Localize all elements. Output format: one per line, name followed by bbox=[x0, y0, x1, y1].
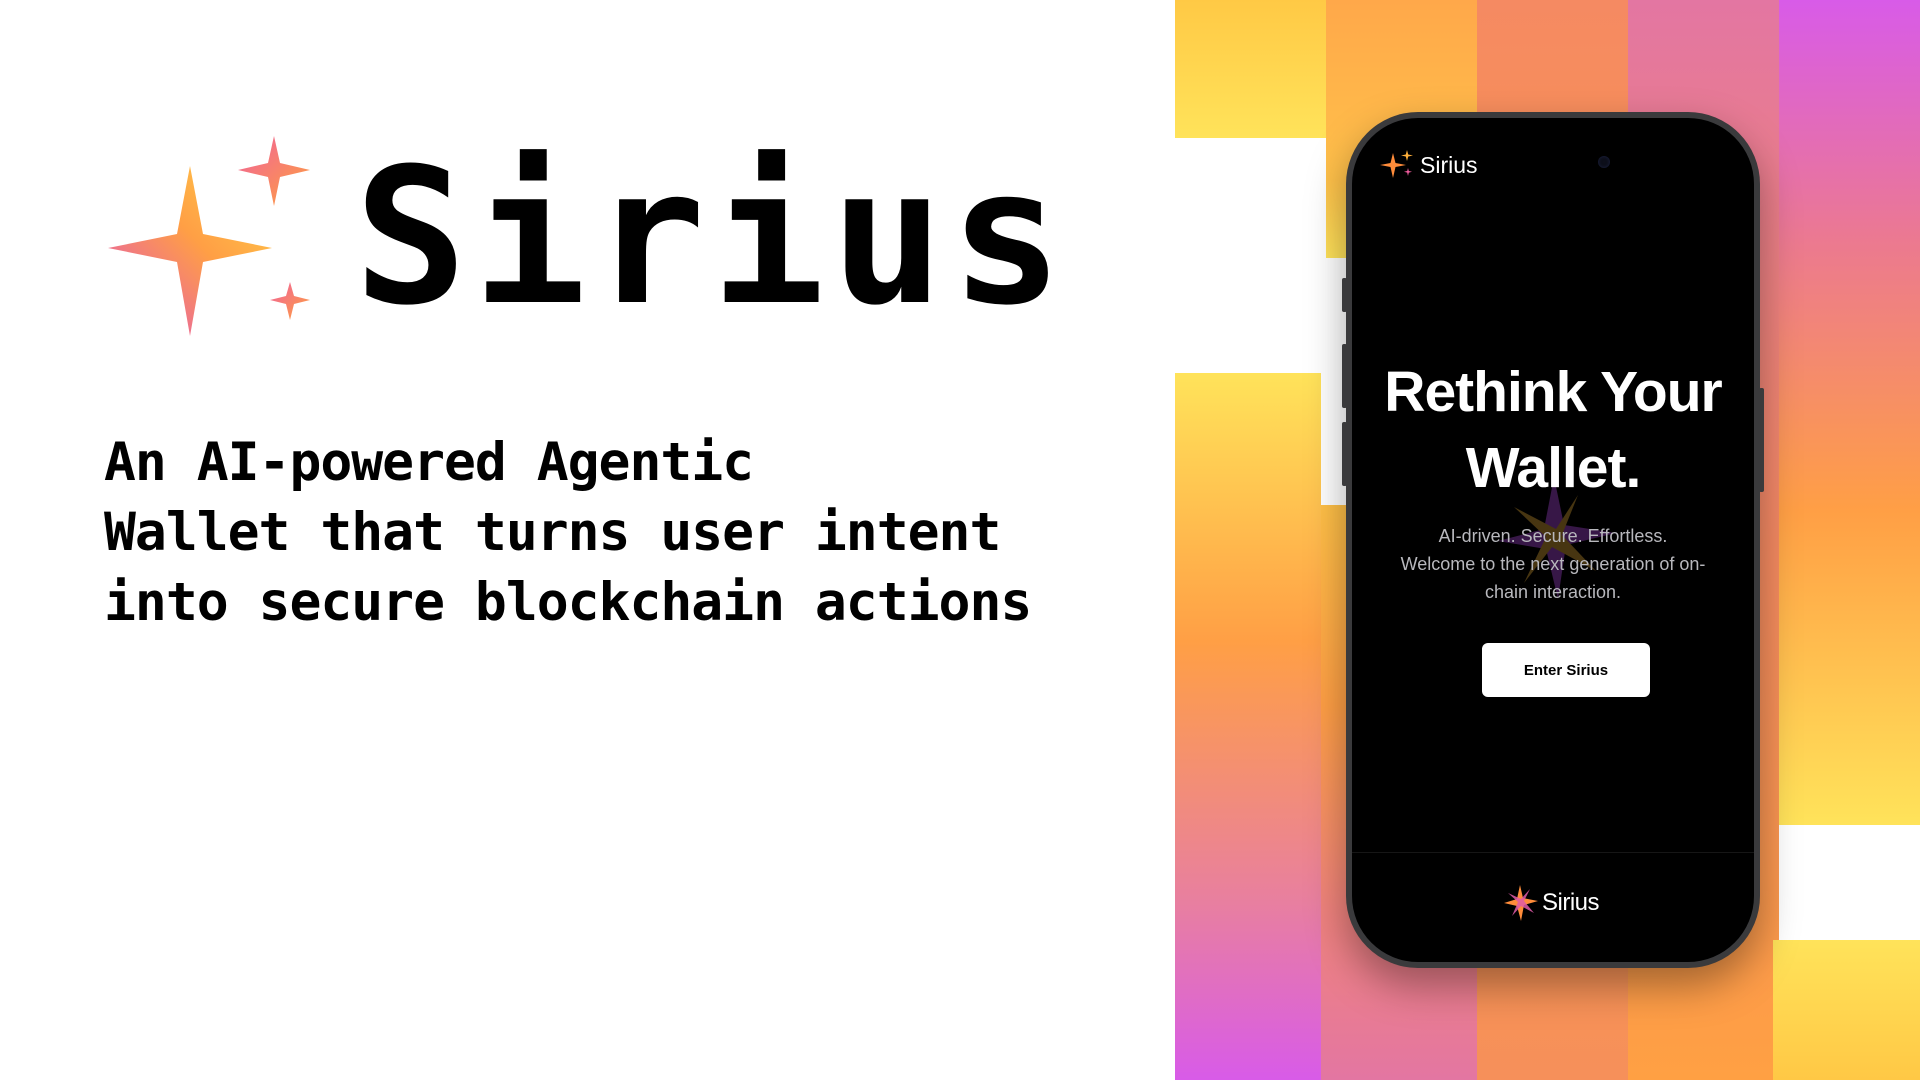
sparkle-icon bbox=[1380, 150, 1413, 178]
tagline: An AI-powered Agentic Wallet that turns … bbox=[104, 428, 1032, 638]
phone-side-button bbox=[1342, 422, 1347, 486]
gradient-stripe bbox=[1175, 0, 1326, 138]
star-burst-icon bbox=[1504, 885, 1538, 921]
phone-mockup: Sirius Rethink Your Wallet. AI-driven. S… bbox=[1342, 112, 1764, 968]
tagline-line: Wallet that turns user intent bbox=[104, 502, 1001, 563]
hero-title-line: Wallet. bbox=[1465, 436, 1642, 500]
gradient-stripe bbox=[1779, 0, 1920, 825]
app-header[interactable]: Sirius bbox=[1380, 148, 1478, 182]
hero-subtitle-line: chain interaction. bbox=[1484, 582, 1622, 602]
app-name: Sirius bbox=[1420, 151, 1478, 178]
footer-brand-name: Sirius bbox=[1542, 889, 1600, 916]
phone-screen: Sirius Rethink Your Wallet. AI-driven. S… bbox=[1352, 118, 1754, 962]
phone-side-button bbox=[1342, 344, 1347, 408]
tagline-line: into secure blockchain actions bbox=[104, 572, 1032, 633]
gradient-stripe bbox=[1773, 940, 1920, 1080]
hero-subtitle: AI-driven. Secure. Effortless. Welcome t… bbox=[1378, 522, 1728, 606]
gradient-stripe bbox=[1175, 373, 1321, 1080]
sparkle-logo-icon bbox=[108, 136, 310, 336]
hero-subtitle-line: AI-driven. Secure. Effortless. bbox=[1438, 526, 1668, 546]
hero-title: Rethink Your Wallet. bbox=[1352, 354, 1754, 506]
phone-side-button bbox=[1342, 278, 1347, 312]
front-camera bbox=[1598, 156, 1610, 168]
hero-title-line: Rethink Your bbox=[1384, 360, 1722, 424]
page: Sirius An AI-powered Agentic Wallet that… bbox=[0, 0, 1920, 1080]
brand-name: Sirius bbox=[354, 128, 1070, 347]
footer-brand[interactable]: Sirius bbox=[1502, 883, 1600, 923]
phone-side-button bbox=[1759, 388, 1764, 492]
tagline-line: An AI-powered Agentic bbox=[104, 432, 754, 493]
enter-sirius-button[interactable]: Enter Sirius bbox=[1482, 643, 1650, 697]
hero-subtitle-line: Welcome to the next generation of on- bbox=[1400, 554, 1706, 574]
app-footer: Sirius bbox=[1352, 852, 1754, 962]
